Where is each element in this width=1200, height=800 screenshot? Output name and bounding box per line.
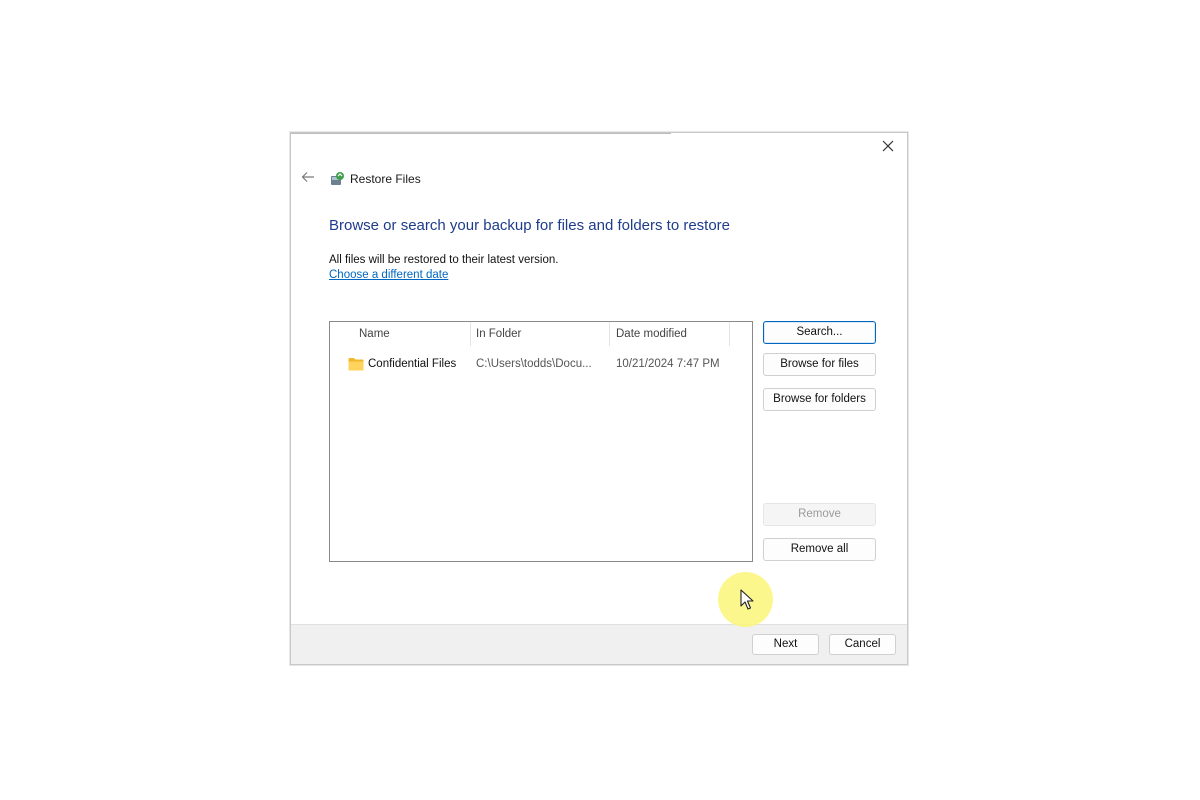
dialog-footer: Next Cancel	[291, 624, 907, 664]
item-date-modified: 10/21/2024 7:47 PM	[616, 358, 720, 370]
next-button[interactable]: Next	[752, 634, 819, 655]
page-heading: Browse or search your backup for files a…	[329, 217, 731, 234]
list-item[interactable]: Confidential Files C:\Users\todds\Docu..…	[330, 354, 752, 374]
restore-files-dialog: Restore Files Browse or search your back…	[290, 132, 908, 665]
file-list[interactable]: Name In Folder Date modified Confidentia…	[329, 321, 753, 562]
back-button[interactable]	[299, 170, 317, 188]
close-icon	[882, 139, 894, 157]
choose-date-link[interactable]: Choose a different date	[329, 269, 448, 281]
column-header-name[interactable]: Name	[353, 322, 471, 346]
item-folder: C:\Users\todds\Docu...	[476, 358, 592, 370]
title-row: Restore Files	[299, 169, 421, 189]
cancel-button[interactable]: Cancel	[829, 634, 896, 655]
browse-folders-button[interactable]: Browse for folders	[763, 388, 876, 411]
mouse-cursor-icon	[740, 589, 754, 611]
screen: Restore Files Browse or search your back…	[0, 0, 1200, 800]
item-name-cell: Confidential Files	[348, 354, 468, 374]
remove-button[interactable]: Remove	[763, 503, 876, 526]
browse-files-button[interactable]: Browse for files	[763, 353, 876, 376]
restore-files-icon	[329, 171, 345, 187]
restore-info-text: All files will be restored to their late…	[329, 254, 559, 266]
list-header: Name In Folder Date modified	[330, 322, 752, 346]
item-name: Confidential Files	[368, 358, 457, 370]
close-button[interactable]	[875, 137, 901, 159]
column-header-date-modified[interactable]: Date modified	[610, 322, 730, 346]
search-button[interactable]: Search...	[763, 321, 876, 344]
column-header-in-folder[interactable]: In Folder	[470, 322, 610, 346]
window-title: Restore Files	[350, 172, 421, 186]
back-arrow-icon	[301, 170, 315, 188]
window-edge	[291, 133, 671, 134]
folder-icon	[348, 357, 364, 371]
remove-all-button[interactable]: Remove all	[763, 538, 876, 561]
